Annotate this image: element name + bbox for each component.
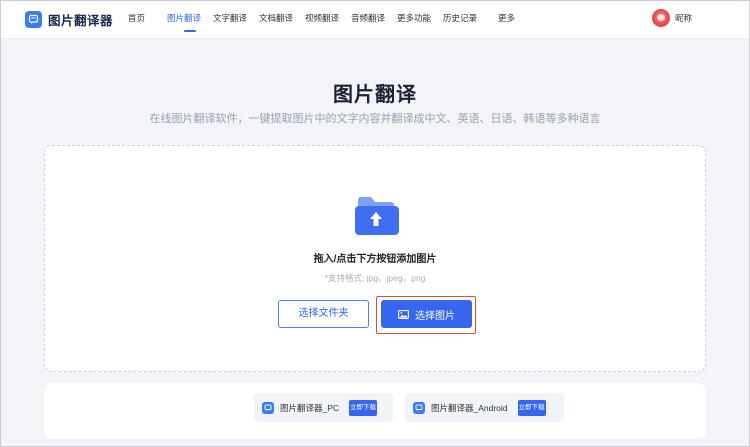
chat-translate-icon [25,11,42,28]
download-android-card: 图片翻译器_Android 立即下载 [405,393,564,422]
download-pc-name: 图片翻译器_PC [280,402,340,413]
download-android-name: 图片翻译器_Android [431,402,508,413]
upload-dropzone[interactable]: 拖入/点击下方按钮添加图片 *支持格式: jpg、jpeg、png 选择文件夹 … [44,145,706,372]
nav-document-translate[interactable]: 文档翻译 [259,1,305,39]
app-logo[interactable]: 图片翻译器 [25,10,113,29]
user-menu[interactable]: 昵称 [652,9,692,27]
nav-video-translate[interactable]: 视频翻译 [305,1,351,39]
download-android-button[interactable]: 立即下载 [517,399,546,416]
main-nav: 首页 图片翻译 文字翻译 文档翻译 视频翻译 音频翻译 更多功能 历史记录 更多 [128,1,528,39]
app-icon [413,401,425,414]
select-image-label: 选择图片 [415,310,455,322]
upload-folder-icon [352,194,400,236]
image-icon [398,309,409,319]
nav-home[interactable]: 首页 [128,1,167,39]
nav-image-translate[interactable]: 图片翻译 [167,1,213,39]
select-folder-button[interactable]: 选择文件夹 [278,300,369,328]
nav-more-features[interactable]: 更多功能 [397,1,443,39]
supported-formats: *支持格式: jpg、jpeg、png [324,273,426,283]
page-subtitle: 在线图片翻译软件，一键提取图片中的文字内容并翻译成中文、英语、日语、韩语等多种语… [149,113,601,125]
nav-text-translate[interactable]: 文字翻译 [213,1,259,39]
user-nickname[interactable]: 昵称 [675,12,692,24]
nav-history[interactable]: 历史记录 [443,1,498,39]
download-pc-card: 图片翻译器_PC 立即下载 [254,393,393,422]
app-icon [262,401,274,414]
download-pc-button[interactable]: 立即下载 [349,399,378,416]
nav-audio-translate[interactable]: 音频翻译 [351,1,397,39]
nav-more[interactable]: 更多 [498,1,528,39]
select-image-button[interactable]: 选择图片 [381,300,472,328]
app-name: 图片翻译器 [48,14,114,28]
avatar[interactable] [652,9,670,27]
top-header: 图片翻译器 首页 图片翻译 文字翻译 文档翻译 视频翻译 音频翻译 更多功能 历… [1,1,749,39]
page-title: 图片翻译 [333,84,417,106]
download-bar: 图片翻译器_PC 立即下载 图片翻译器_Android 立即下载 [44,383,706,439]
drop-instruction: 拖入/点击下方按钮添加图片 [313,254,437,265]
